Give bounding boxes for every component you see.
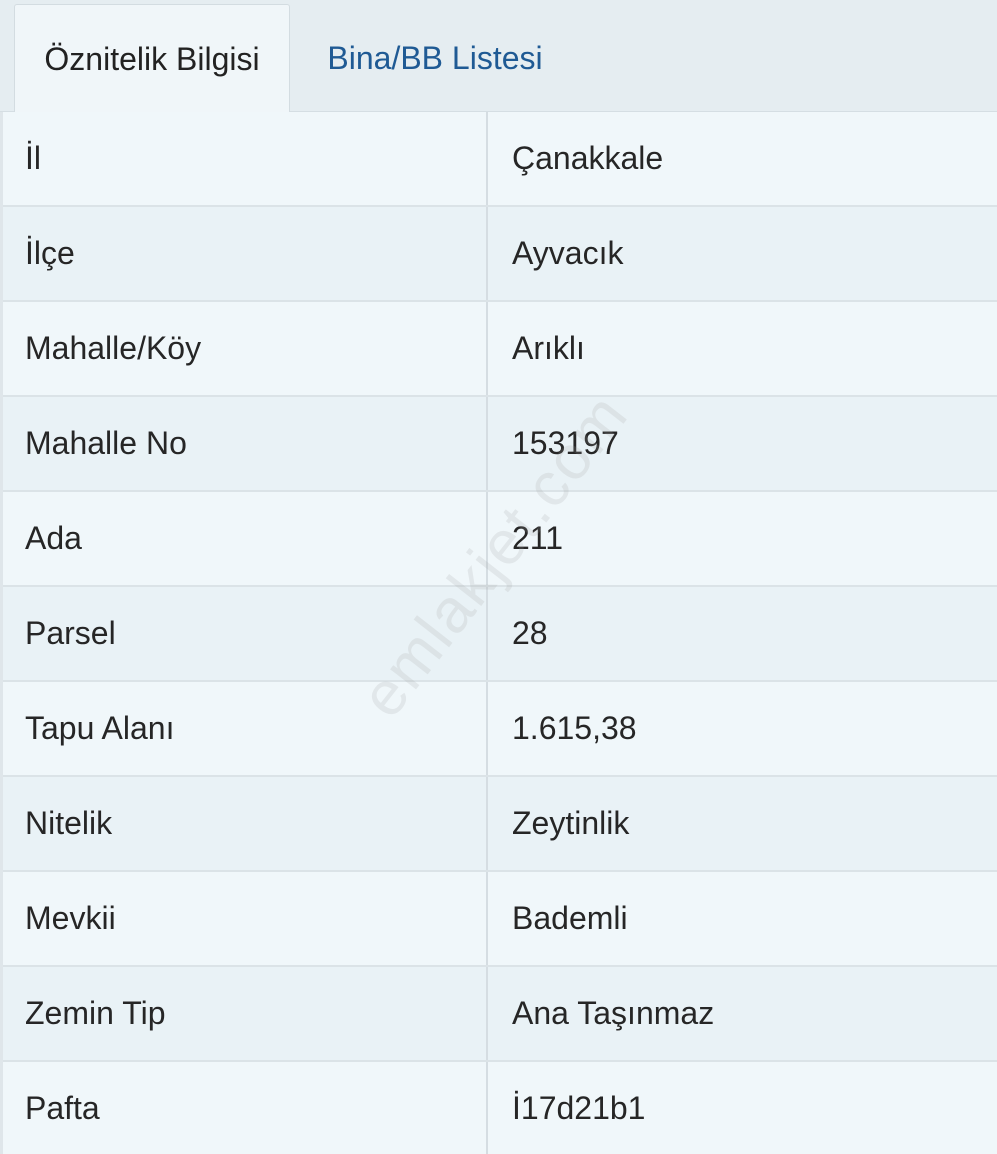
row-label: İlçe <box>3 207 488 300</box>
row-value: 211 <box>512 520 564 556</box>
row-value: 28 <box>512 615 548 651</box>
row-label: Tapu Alanı <box>3 682 488 775</box>
row-label: Mahalle No <box>3 397 488 490</box>
row-value: İ17d21b1 <box>512 1090 646 1126</box>
row-value: 1.615,38 <box>512 710 637 746</box>
table-row: Zemin Tip Ana Taşınmaz <box>3 967 997 1062</box>
row-label: Mevkii <box>3 872 488 965</box>
row-label: Zemin Tip <box>3 967 488 1060</box>
table-row: Mahalle/Köy Arıklı <box>3 302 997 397</box>
table-row: Parsel 28 <box>3 587 997 682</box>
table-row: Tapu Alanı 1.615,38 <box>3 682 997 777</box>
table-row: İl Çanakkale <box>3 112 997 207</box>
table-row: İlçe Ayvacık <box>3 207 997 302</box>
tab-oznitelik-bilgisi[interactable]: Öznitelik Bilgisi <box>14 4 290 113</box>
row-value: Ana Taşınmaz <box>512 995 715 1031</box>
table-row: Nitelik Zeytinlik <box>3 777 997 872</box>
table-row: Mahalle No 153197 <box>3 397 997 492</box>
row-label: Nitelik <box>3 777 488 870</box>
row-value: Zeytinlik <box>512 805 630 841</box>
attribute-table: İl Çanakkale İlçe Ayvacık Mahalle/Köy Ar… <box>0 112 997 1154</box>
row-value: Arıklı <box>512 330 585 366</box>
table-row: Pafta İ17d21b1 <box>3 1062 997 1154</box>
row-label: Pafta <box>3 1062 488 1154</box>
tab-bina-bb-listesi[interactable]: Bina/BB Listesi <box>300 4 570 112</box>
row-label: İl <box>3 112 488 205</box>
table-row: Mevkii Bademli <box>3 872 997 967</box>
row-value: 153197 <box>512 425 619 461</box>
row-label: Parsel <box>3 587 488 680</box>
table-row: Ada 211 <box>3 492 997 587</box>
row-value: Ayvacık <box>512 235 624 271</box>
tab-bar: Öznitelik Bilgisi Bina/BB Listesi <box>0 0 997 113</box>
row-value: Çanakkale <box>512 140 664 176</box>
row-value: Bademli <box>512 900 628 936</box>
row-label: Ada <box>3 492 488 585</box>
row-label: Mahalle/Köy <box>3 302 488 395</box>
